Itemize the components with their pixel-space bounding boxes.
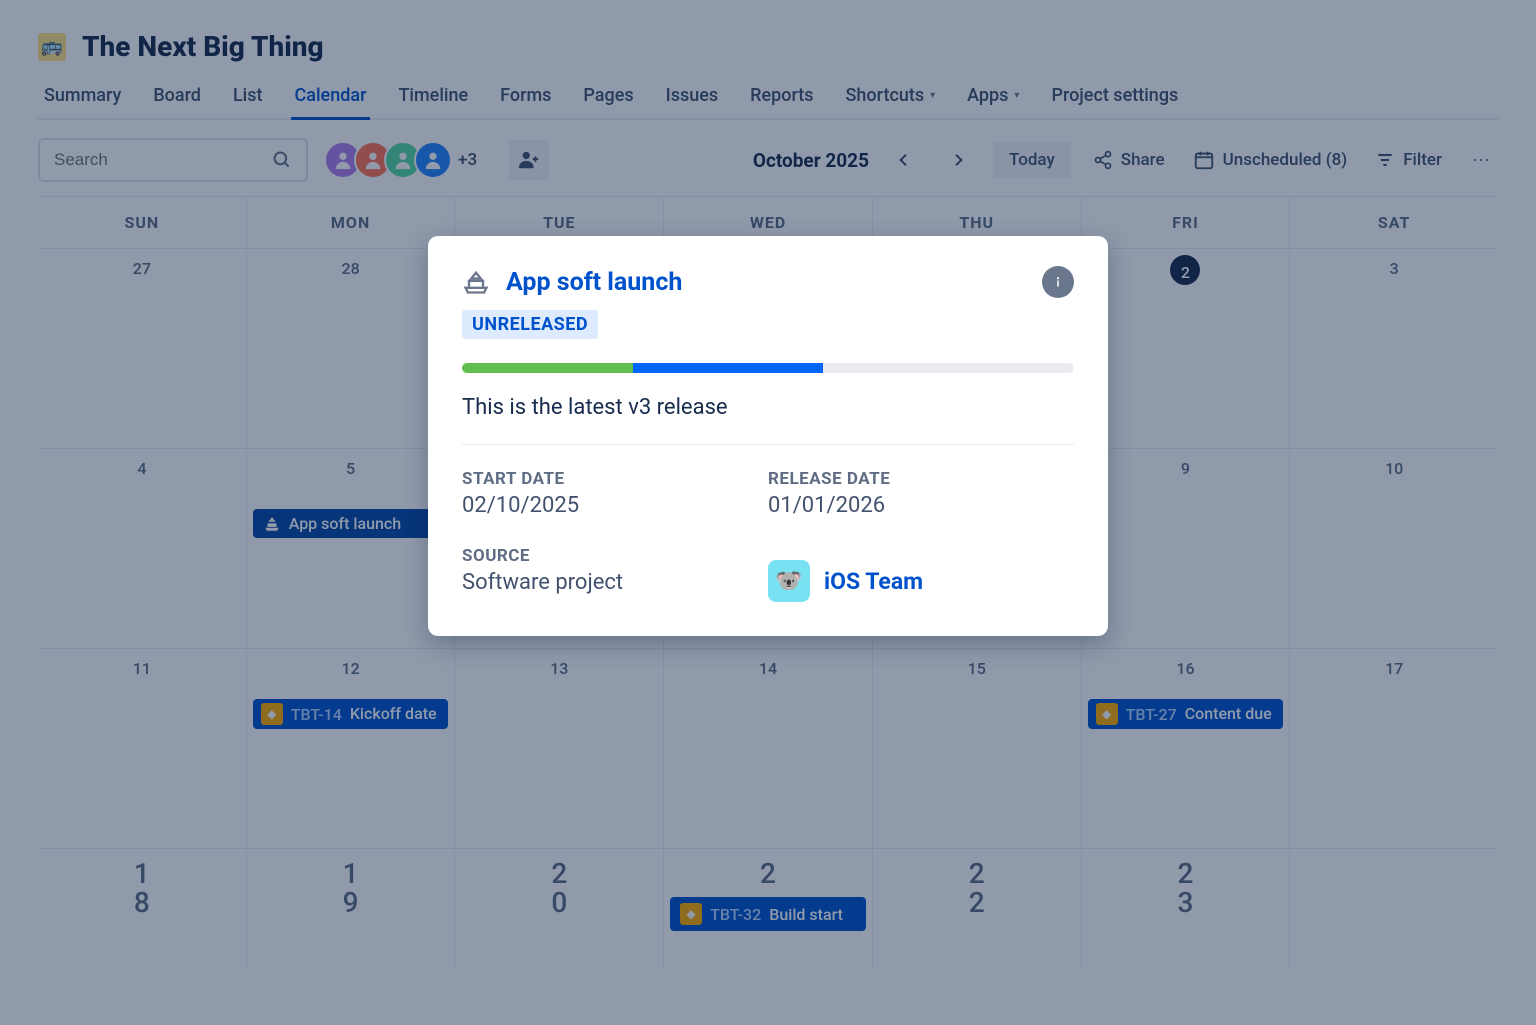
release-modal: App soft launch UNRELEASED This is the l…: [428, 236, 1108, 636]
source-value: Software project: [462, 570, 768, 595]
status-badge: UNRELEASED: [462, 310, 598, 339]
team-icon: 🐨: [768, 560, 810, 602]
source-label: SOURCE: [462, 546, 768, 566]
divider: [462, 444, 1074, 445]
modal-description: This is the latest v3 release: [462, 395, 1074, 420]
progress-in-progress: [633, 363, 823, 373]
info-icon[interactable]: [1042, 266, 1074, 298]
modal-overlay[interactable]: App soft launch UNRELEASED This is the l…: [0, 0, 1536, 1025]
release-date-label: RELEASE DATE: [768, 469, 1074, 489]
progress-bar: [462, 363, 1074, 373]
progress-done: [462, 363, 633, 373]
modal-title[interactable]: App soft launch: [506, 268, 1026, 297]
progress-todo: [823, 363, 1074, 373]
team-name[interactable]: iOS Team: [824, 568, 923, 595]
ship-icon: [462, 268, 490, 296]
release-date-value: 01/01/2026: [768, 493, 1074, 518]
start-date-value: 02/10/2025: [462, 493, 768, 518]
start-date-label: START DATE: [462, 469, 768, 489]
